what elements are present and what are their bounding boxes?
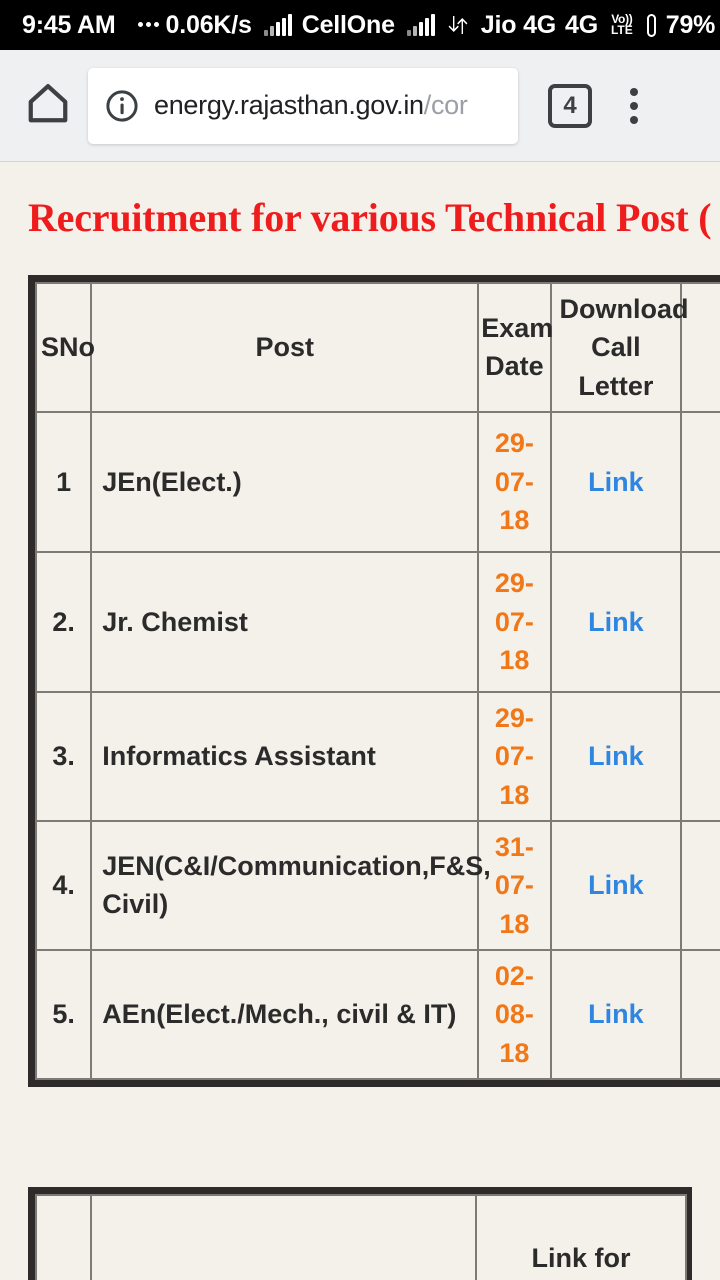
call-letter-link[interactable]: Link [588, 870, 644, 900]
column-header-sno: SNo [35, 1193, 92, 1280]
cell-download-call-letter[interactable]: Link [549, 948, 683, 1080]
page-title: Recruitment for various Technical Post ( [28, 195, 712, 240]
info-circle-icon[interactable] [104, 88, 140, 124]
cell-info [680, 690, 720, 822]
cell-download-call-letter[interactable]: Link [549, 819, 683, 951]
data-transfer-arrows-icon [446, 13, 470, 37]
cell-exam-date: 29-07-18 [477, 550, 552, 693]
home-button[interactable] [20, 78, 76, 134]
page-content: Recruitment for various Technical Post (… [0, 162, 720, 1280]
column-header-download-call-letter: Download Call Letter [549, 282, 689, 413]
cell-post: JEN(C&I/Communication,F&S, Civil) [90, 819, 491, 951]
table-row: 1 JEn(Elect.) 29-07-18 Link [34, 410, 720, 553]
column-header-exam-date: Exam Date [477, 282, 553, 413]
application-table-container: SNo Particulars Link for Printing Applic… [28, 1186, 692, 1280]
call-letter-link[interactable]: Link [588, 999, 644, 1029]
status-bar: 9:45 AM 0.06K/s CellOne Jio 4G 4G Vo)) L… [0, 0, 720, 50]
volte-icon: Vo)) LTE [610, 13, 633, 37]
cell-download-call-letter[interactable]: Link [549, 690, 683, 822]
cell-download-call-letter[interactable]: Link [549, 550, 683, 693]
battery-icon [646, 13, 656, 37]
recruitment-table: SNo Post Exam Date Download Call Letter … [34, 282, 720, 1080]
more-vertical-icon[interactable] [608, 78, 660, 134]
url-path: /cor [423, 90, 468, 120]
cell-download-call-letter[interactable]: Link [549, 410, 683, 553]
network-type-label: 4G [565, 10, 598, 39]
cell-sno: 3. [34, 690, 93, 822]
cell-exam-date: 31-07-18 [477, 819, 552, 951]
column-header-link-for-printing: Link for Printing Application [475, 1193, 687, 1280]
home-icon [25, 80, 71, 131]
column-header-sno: SNo [34, 282, 95, 413]
cell-sno: 4. [34, 819, 93, 951]
table-row: 4. JEN(C&I/Communication,F&S, Civil) 31-… [34, 819, 720, 951]
column-header-post: Post [90, 282, 480, 413]
signal-bars-sim1-icon [263, 14, 292, 36]
signal-bars-sim2-icon [406, 14, 435, 36]
cell-post: Jr. Chemist [90, 550, 480, 693]
cell-sno: 1 [34, 410, 93, 553]
cell-info [680, 550, 720, 693]
table-header-row: SNo Post Exam Date Download Call Letter … [34, 282, 720, 413]
url-text: energy.rajasthan.gov.in/cor [154, 90, 468, 121]
cell-exam-date: 29-07-18 [477, 690, 552, 822]
network-speed-label: 0.06K/s [165, 10, 252, 39]
status-clock: 9:45 AM [22, 10, 116, 39]
cell-info [680, 819, 720, 951]
url-domain: energy.rajasthan.gov.in [154, 90, 424, 120]
cell-exam-date: 29-07-18 [477, 410, 552, 553]
call-letter-link[interactable]: Link [588, 741, 644, 771]
volte-line2: LTE [610, 23, 633, 37]
sim2-label: Jio 4G [480, 10, 557, 39]
table-row: 2. Jr. Chemist 29-07-18 Link [34, 550, 720, 693]
tab-switcher-button[interactable]: 4 [548, 83, 592, 128]
cell-info [680, 948, 720, 1080]
cell-post: Informatics Assistant [90, 690, 480, 822]
cell-info [680, 410, 720, 553]
call-letter-link[interactable]: Link [588, 467, 644, 497]
network-activity-dots-icon [137, 21, 159, 27]
cell-post: JEn(Elect.) [90, 410, 480, 553]
cell-exam-date: 02-08-18 [477, 948, 552, 1080]
cell-post: AEn(Elect./Mech., civil & IT) [90, 948, 480, 1080]
browser-toolbar: energy.rajasthan.gov.in/cor 4 [0, 50, 720, 162]
recruitment-table-container: SNo Post Exam Date Download Call Letter … [28, 275, 720, 1087]
application-table: SNo Particulars Link for Printing Applic… [35, 1193, 687, 1280]
cell-sno: 5. [34, 948, 93, 1080]
table-row: 3. Informatics Assistant 29-07-18 Link [34, 690, 720, 822]
address-bar[interactable]: energy.rajasthan.gov.in/cor [88, 67, 518, 144]
cell-sno: 2. [34, 550, 93, 693]
table-header-row: SNo Particulars Link for Printing Applic… [35, 1193, 687, 1280]
carrier-name-label: CellOne [301, 10, 395, 39]
table-row: 5. AEn(Elect./Mech., civil & IT) 02-08-1… [34, 948, 720, 1080]
battery-percent-label: 79% [665, 10, 716, 39]
column-header-particulars: Particulars [90, 1193, 477, 1280]
tab-count-label: 4 [563, 91, 577, 119]
call-letter-link[interactable]: Link [588, 607, 644, 637]
